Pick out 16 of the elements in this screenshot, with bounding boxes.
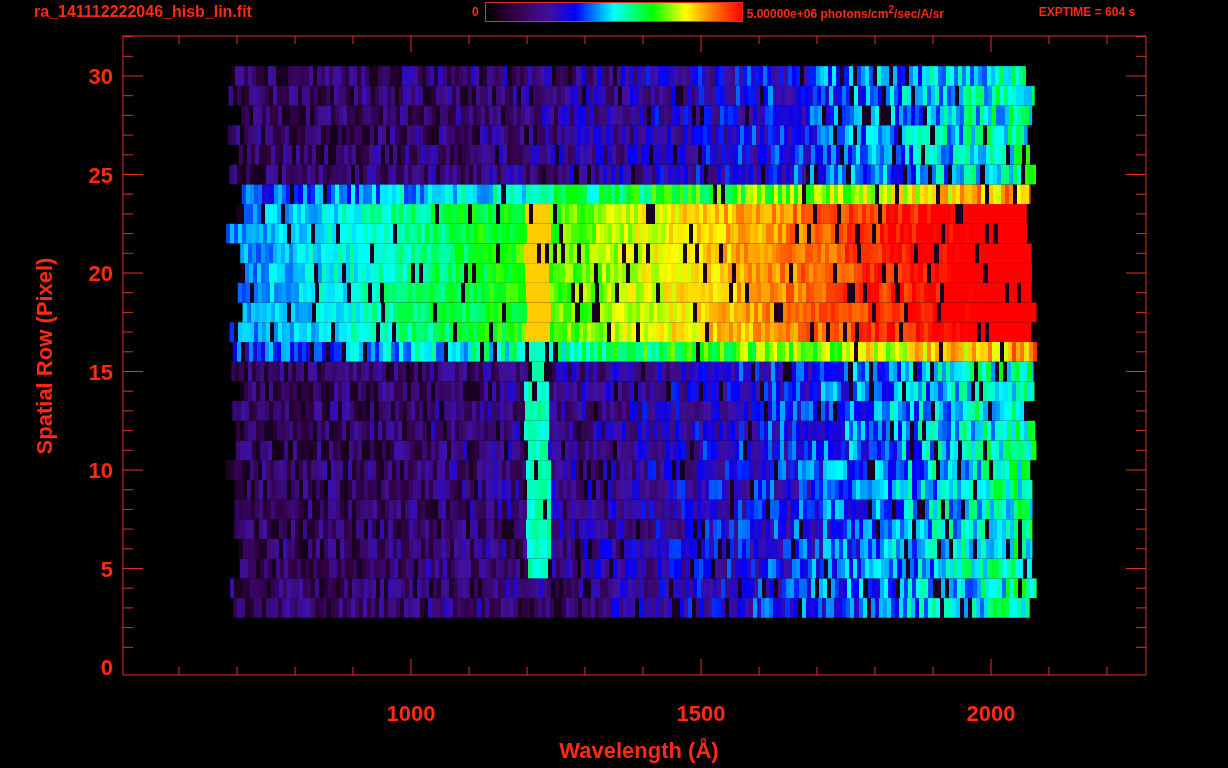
y-axis-label: Spatial Row (Pixel) — [32, 257, 57, 455]
x-tick-label: 1500 — [676, 701, 726, 726]
exposure-time: EXPTIME = 604 s — [1038, 5, 1136, 19]
colorbar-min-label: 0 — [472, 5, 479, 19]
x-tick-label: 2000 — [966, 701, 1016, 726]
y-tick-label: 25 — [88, 162, 113, 188]
file-name: ra_141112222046_hisb_lin.fit — [34, 3, 253, 21]
colorbar-max-label: 5.00000e+06 photons/cm$^{2}$/sec/A/sr — [746, 3, 946, 21]
x-axis-label: Wavelength (Å) — [559, 738, 719, 763]
x-tick-label: 1000 — [386, 701, 436, 726]
y-tick-label: 15 — [88, 359, 113, 385]
y-tick-label: 5 — [100, 556, 113, 582]
y-tick-label: 10 — [88, 458, 113, 483]
y-tick-label: 0 — [100, 655, 113, 680]
y-tick-label: 20 — [88, 261, 113, 286]
y-tick-label: 30 — [88, 64, 113, 89]
